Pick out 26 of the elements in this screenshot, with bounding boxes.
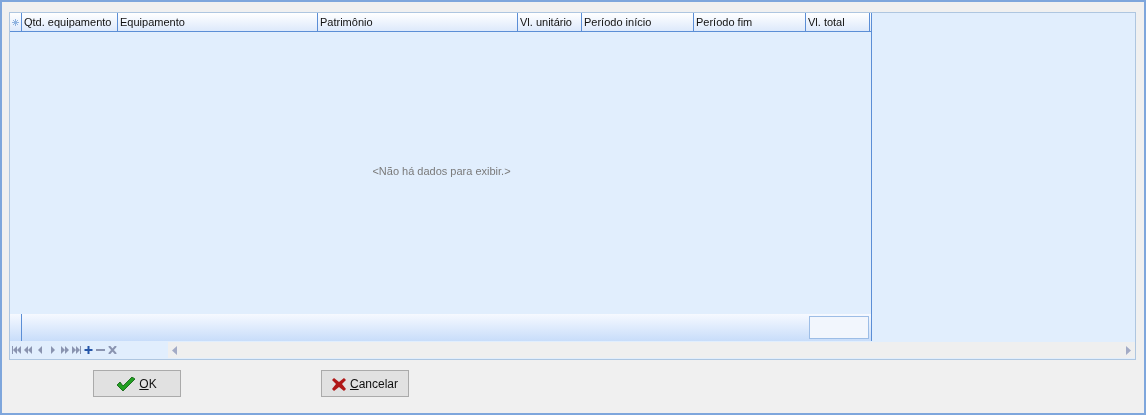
column-header[interactable]: Equipamento	[118, 13, 318, 31]
column-header[interactable]: Qtd. equipamento	[22, 13, 118, 31]
rewind-icon[interactable]	[24, 346, 33, 354]
scroll-left-icon[interactable]	[172, 345, 177, 355]
scroll-right-icon[interactable]	[1126, 345, 1131, 355]
ok-button[interactable]: OK	[93, 370, 181, 397]
column-header[interactable]: Vl. total	[806, 13, 870, 31]
column-header[interactable]: Vl. unitário	[518, 13, 582, 31]
left-arrow-icon[interactable]	[36, 346, 45, 354]
column-header[interactable]: Período fim	[694, 13, 806, 31]
right-arrow-icon[interactable]	[48, 346, 57, 354]
summary-cell	[809, 316, 869, 339]
empty-message: <Não há dados para exibir.>	[372, 164, 511, 180]
plus-icon[interactable]	[84, 346, 93, 354]
close-icon[interactable]	[108, 346, 117, 354]
fast-forward-icon[interactable]	[60, 346, 69, 354]
minus-icon[interactable]	[96, 346, 105, 354]
last-icon[interactable]	[72, 346, 81, 354]
cancel-button[interactable]: Cancelar	[321, 370, 409, 397]
asterisk-icon	[12, 18, 19, 26]
checkmark-icon	[117, 376, 136, 391]
cross-icon	[332, 376, 346, 391]
horizontal-scrollbar[interactable]	[168, 342, 1135, 358]
column-header[interactable]: Período início	[582, 13, 694, 31]
column-header[interactable]: Patrimônio	[318, 13, 518, 31]
first-icon[interactable]	[12, 346, 21, 354]
